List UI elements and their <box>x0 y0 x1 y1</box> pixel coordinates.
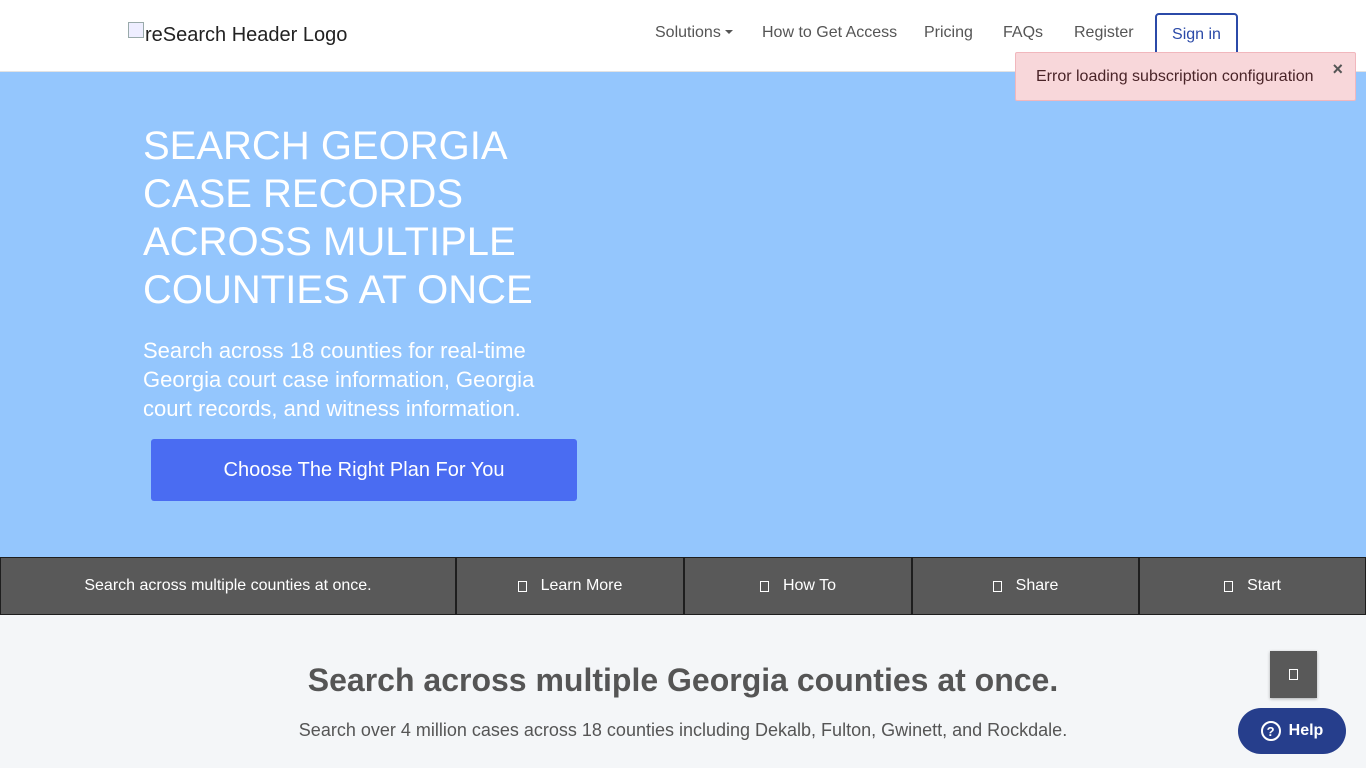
learn-more-button[interactable]: Learn More <box>456 557 684 615</box>
info-icon <box>517 580 527 592</box>
section-subtitle: Search over 4 million cases across 18 co… <box>298 720 1068 740</box>
nav-solutions-label: Solutions <box>655 24 721 41</box>
play-icon <box>1224 580 1234 592</box>
action-bar-tagline: Search across multiple counties at once. <box>0 557 456 615</box>
action-bar: Search across multiple counties at once.… <box>0 557 1366 615</box>
nav-pricing[interactable]: Pricing <box>924 24 973 42</box>
nav-faqs[interactable]: FAQs <box>1003 24 1043 42</box>
choose-plan-button[interactable]: Choose The Right Plan For You <box>151 439 577 501</box>
how-to-button[interactable]: How To <box>684 557 912 615</box>
help-label: Help <box>1288 722 1324 739</box>
share-label: Share <box>1015 577 1059 594</box>
start-label: Start <box>1247 577 1281 594</box>
question-circle-icon: ? <box>1260 721 1281 741</box>
section-title: Search across multiple Georgia counties … <box>307 662 1059 698</box>
how-to-label: How To <box>782 577 837 594</box>
hero-subtitle: Search across 18 counties for real-time … <box>143 338 535 421</box>
sign-in-button[interactable]: Sign in <box>1155 13 1238 57</box>
help-button[interactable]: ? Help <box>1238 708 1346 754</box>
error-toast: Error loading subscription configuration… <box>1015 52 1356 101</box>
nav-how-to-get-access[interactable]: How to Get Access <box>762 24 897 42</box>
nav-register[interactable]: Register <box>1074 24 1134 42</box>
scroll-to-top-button[interactable] <box>1270 651 1317 698</box>
share-icon <box>992 580 1002 592</box>
start-button[interactable]: Start <box>1139 557 1366 615</box>
toast-message: Error loading subscription configuration <box>1036 67 1314 85</box>
tagline-text: Search across multiple counties at once. <box>84 577 372 594</box>
help-book-icon <box>759 580 769 592</box>
caret-down-icon <box>724 29 733 34</box>
close-icon[interactable]: × <box>1332 59 1343 80</box>
learn-more-label: Learn More <box>540 577 623 594</box>
arrow-up-icon <box>1289 669 1298 680</box>
nav-solutions[interactable]: Solutions <box>655 24 733 42</box>
share-button[interactable]: Share <box>912 557 1139 615</box>
hero-title: SEARCH GEORGIA CASE RECORDS ACROSS MULTI… <box>143 124 533 312</box>
